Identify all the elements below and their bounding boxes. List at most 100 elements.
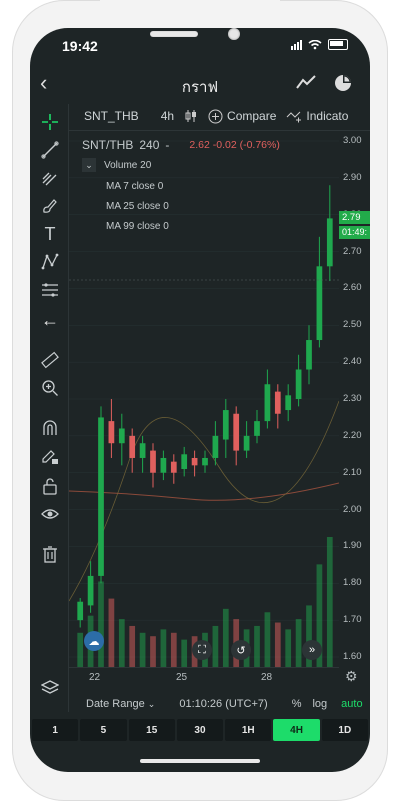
date-label: 22	[89, 672, 101, 683]
trash-icon[interactable]	[40, 544, 60, 564]
price-label: 2.60	[343, 282, 362, 294]
volume-bar	[118, 619, 125, 667]
crosshair-icon[interactable]	[40, 112, 60, 132]
interval-button[interactable]: 30	[176, 719, 224, 741]
volume-bar	[129, 625, 136, 667]
legend-ma99: MA 99 close 0	[106, 221, 169, 232]
auto-toggle[interactable]: auto	[341, 698, 362, 710]
candle-body	[87, 575, 94, 606]
interval-button[interactable]: 4H	[273, 719, 320, 741]
interval-button[interactable]: 15	[128, 719, 175, 741]
chart-toolbar: SNT_THB 4h Compare Indicato	[68, 102, 370, 131]
zoom-in-icon[interactable]	[40, 378, 60, 398]
candle-body	[264, 384, 271, 422]
battery-icon	[328, 39, 348, 50]
fullscreen-icon[interactable]: ⛶	[192, 640, 212, 660]
legend-price-info: 2.62 -0.02 (-0.76%)	[189, 139, 280, 151]
price-label: 1.90	[343, 540, 362, 552]
candle-body	[191, 457, 198, 466]
candle-body	[306, 340, 312, 370]
candle-body	[202, 457, 208, 466]
fib-tool-icon[interactable]	[40, 168, 60, 188]
speaker	[150, 31, 198, 37]
date-label: 25	[176, 672, 188, 683]
reset-icon[interactable]: ↺	[231, 640, 251, 660]
candle-body	[254, 421, 260, 436]
price-label: 2.00	[343, 503, 362, 515]
candle-body	[316, 266, 323, 341]
legend-volume: Volume 20	[104, 159, 152, 171]
compare-label: Compare	[227, 109, 277, 123]
ma-line-slow	[69, 482, 339, 501]
arrow-left-icon[interactable]: ←	[40, 310, 60, 330]
volume-bar	[98, 581, 104, 667]
volume-bar	[139, 632, 146, 667]
legend-pair: SNT/THB	[82, 138, 134, 152]
interval-button[interactable]: 1H	[225, 719, 272, 741]
text-tool-icon[interactable]: T	[40, 224, 60, 244]
date-axis[interactable]: 22 25 28 ⚙	[69, 667, 358, 688]
price-label: 2.30	[343, 393, 362, 404]
last-price-tag: 2.79	[339, 211, 370, 224]
symbol-selector[interactable]: SNT_THB	[84, 109, 139, 123]
logo-cloud-icon[interactable]: ☁	[84, 631, 104, 651]
price-label: 1.80	[343, 577, 362, 589]
volume-bar	[264, 612, 271, 667]
price-label: 2.50	[343, 319, 362, 331]
candle-body	[243, 435, 250, 451]
interval-button[interactable]: 1	[32, 719, 79, 741]
notch	[100, 0, 280, 28]
log-toggle[interactable]: log	[312, 698, 327, 710]
prediction-tool-icon[interactable]	[40, 280, 60, 300]
candle-body	[139, 443, 146, 458]
legend-dash: -	[165, 138, 170, 152]
unlock-icon[interactable]	[40, 476, 60, 496]
candle-body	[233, 413, 240, 451]
date-label: 28	[261, 672, 273, 683]
legend-resolution: 240	[139, 138, 160, 152]
interval-label: 4h	[160, 109, 175, 123]
drawing-toolbar: T ←	[32, 104, 69, 712]
price-label: 2.10	[343, 466, 362, 478]
interval-button[interactable]: 5	[80, 719, 127, 741]
price-label: 2.20	[343, 429, 362, 441]
chart-legend: SNT/THB 240 - 2.62 -0.02 (-0.76%) ⌄ Volu…	[82, 138, 280, 232]
countdown-tag: 01:49:	[339, 226, 370, 239]
legend-ma7: MA 7 close 0	[106, 181, 164, 192]
brush-icon[interactable]	[40, 196, 60, 216]
line-chart-icon[interactable]	[296, 74, 316, 90]
date-range-button[interactable]: Date Range ⌄	[86, 698, 155, 710]
indicators-button[interactable]: Indicato	[286, 109, 348, 123]
magnet-icon[interactable]	[40, 418, 60, 438]
lock-drawing-icon[interactable]	[40, 446, 60, 466]
volume-bar	[326, 537, 333, 667]
compare-button[interactable]: Compare	[208, 109, 276, 124]
candle-body	[222, 410, 229, 440]
candle-body	[118, 428, 125, 444]
settings-gear-icon[interactable]: ⚙	[345, 668, 358, 685]
status-time: 19:42	[62, 38, 98, 54]
interval-selector[interactable]: 4h	[161, 109, 174, 123]
pie-chart-icon[interactable]	[333, 73, 353, 93]
ruler-icon[interactable]	[40, 350, 60, 370]
collapse-chevron-icon[interactable]: ⌄	[82, 158, 96, 172]
interval-button[interactable]: 1D	[321, 719, 368, 741]
candles-icon	[185, 110, 197, 122]
candle-body	[150, 450, 156, 473]
indicators-icon	[287, 111, 302, 123]
percent-toggle[interactable]: %	[292, 698, 302, 710]
date-range-label: Date Range	[86, 698, 145, 710]
candle-body	[326, 218, 333, 267]
trend-line-icon[interactable]	[40, 140, 60, 160]
candle-body	[108, 421, 115, 444]
candle-body	[285, 395, 292, 411]
eye-icon[interactable]	[40, 504, 60, 524]
candle-body	[170, 461, 177, 473]
candle-type-button[interactable]	[184, 109, 198, 123]
page-title: กราฟ	[181, 79, 219, 96]
volume-bar	[170, 632, 177, 667]
volume-bar	[212, 625, 219, 667]
wifi-icon	[308, 39, 322, 49]
scroll-forward-icon[interactable]: »	[302, 640, 322, 660]
pattern-tool-icon[interactable]	[40, 252, 60, 272]
